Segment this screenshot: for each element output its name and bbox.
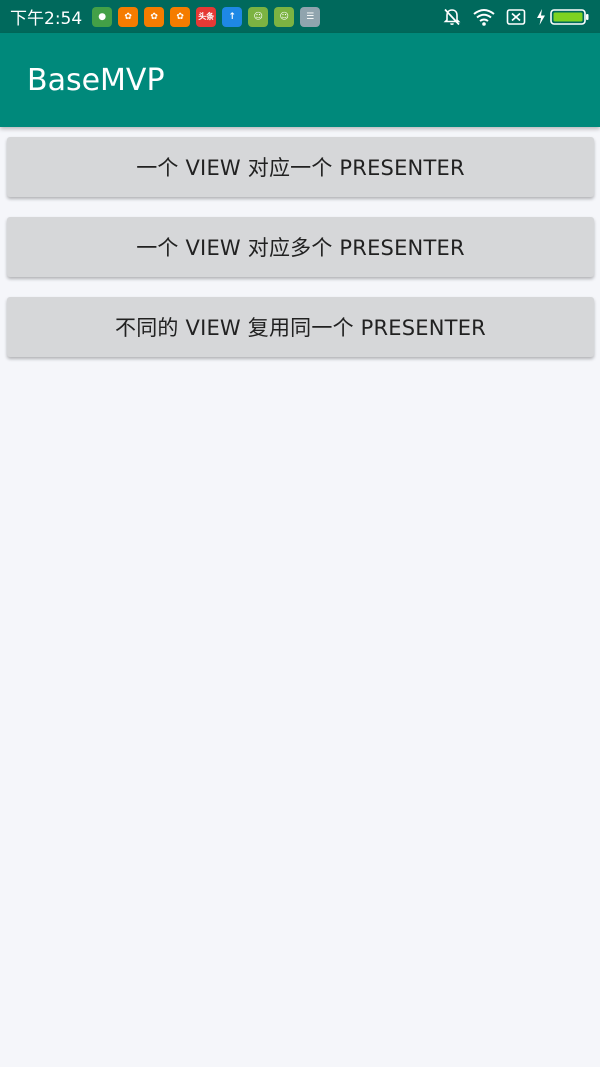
message-app-icon: ☰ — [300, 6, 321, 27]
android-app-icon-2: ☺ — [274, 6, 295, 27]
status-time: 下午2:54 — [10, 9, 83, 29]
upload-app-icon: ↑ — [222, 6, 243, 27]
notification-icons: ● ✿ ✿ ✿ 头条 ↑ ☺ ☺ ☰ — [92, 6, 326, 27]
different-views-shared-presenter-button[interactable]: 不同的 VIEW 复用同一个 PRESENTER — [7, 297, 594, 357]
one-view-multi-presenter-button[interactable]: 一个 VIEW 对应多个 PRESENTER — [7, 217, 594, 277]
battery-icon — [550, 8, 590, 26]
status-bar: 下午2:54 ● ✿ ✿ ✿ 头条 ↑ ☺ ☺ ☰ — [0, 0, 600, 33]
squirrel-app-icon-2: ✿ — [144, 6, 165, 27]
no-sim-icon — [506, 8, 526, 26]
button-label: 不同的 VIEW 复用同一个 PRESENTER — [115, 316, 486, 340]
wifi-icon — [472, 7, 496, 27]
toutiao-app-icon: 头条 — [196, 6, 217, 27]
android-app-icon: ☺ — [248, 6, 269, 27]
button-label: 一个 VIEW 对应一个 PRESENTER — [136, 156, 465, 180]
charging-icon — [536, 8, 546, 26]
one-view-one-presenter-button[interactable]: 一个 VIEW 对应一个 PRESENTER — [7, 137, 594, 197]
shield-app-icon: ● — [92, 6, 113, 27]
squirrel-app-icon-3: ✿ — [170, 6, 191, 27]
app-bar: BaseMVP — [0, 33, 600, 127]
app-title: BaseMVP — [27, 62, 165, 98]
mute-bell-icon — [442, 7, 462, 27]
squirrel-app-icon: ✿ — [118, 6, 139, 27]
status-right-icons — [432, 7, 590, 27]
button-label: 一个 VIEW 对应多个 PRESENTER — [136, 236, 465, 260]
